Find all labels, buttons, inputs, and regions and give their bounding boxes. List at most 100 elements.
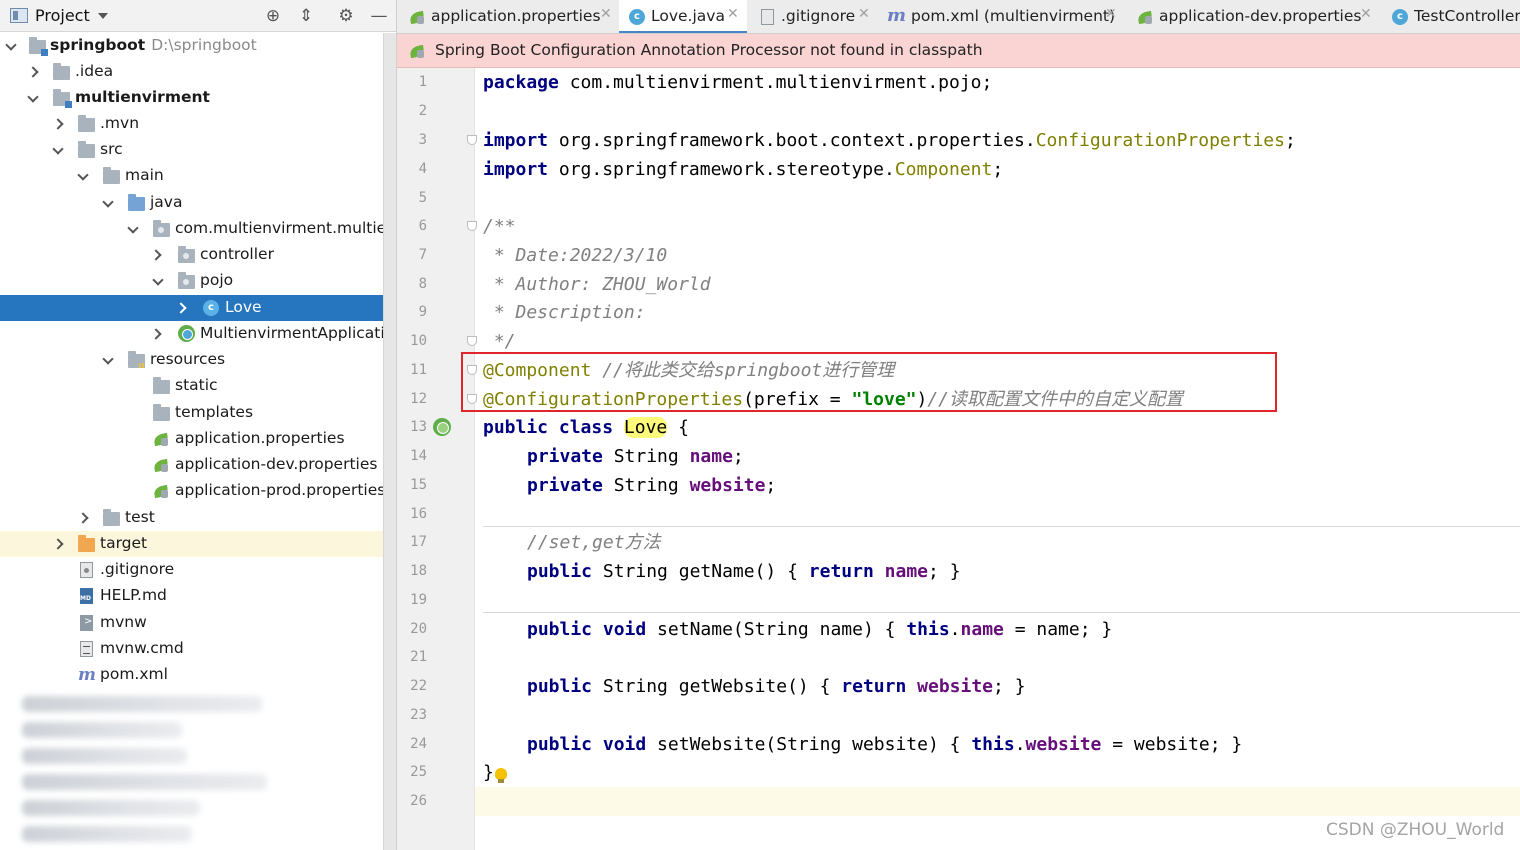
chevron-down-icon[interactable]	[52, 145, 64, 157]
tab-application-properties[interactable]: application.properties ✕	[397, 0, 619, 33]
chevron-right-icon[interactable]	[52, 118, 64, 130]
tree-item-main[interactable]: main	[0, 163, 396, 189]
line-number[interactable]: 2	[397, 103, 427, 119]
line-number[interactable]: 8	[397, 276, 427, 292]
tab-testcontroller[interactable]: c TestController.	[1380, 0, 1520, 33]
chevron-down-icon[interactable]	[127, 224, 139, 236]
tree-item-application-properties[interactable]: application.properties	[0, 426, 396, 452]
line-number[interactable]: 26	[397, 793, 427, 809]
line-number[interactable]: 16	[397, 506, 427, 522]
collapse-all-icon[interactable]: ⇕	[295, 5, 317, 27]
chevron-right-icon[interactable]	[175, 302, 187, 314]
chevron-down-icon[interactable]	[5, 41, 17, 53]
tree-item-application-prod-properties[interactable]: application-prod.properties	[0, 478, 396, 504]
tree-item-help-md[interactable]: HELP.md	[0, 583, 396, 609]
tree-item-mvn[interactable]: .mvn	[0, 111, 396, 137]
gear-icon[interactable]: ⚙	[335, 5, 357, 27]
chevron-down-icon[interactable]	[27, 93, 39, 105]
close-icon[interactable]: ✕	[858, 6, 870, 22]
line-number[interactable]: 10	[397, 333, 427, 349]
tab-application-dev-properties[interactable]: application-dev.properties ✕	[1125, 0, 1380, 33]
line-number[interactable]: 9	[397, 304, 427, 320]
close-icon[interactable]: ✕	[600, 6, 612, 22]
line-number-gutter[interactable]: 1 2 3 4 5 6 7 8 9 10 11 12 13 14 15 16 17 18 19 20 21 22 23 24 2…	[397, 68, 477, 850]
tree-item-src[interactable]: src	[0, 137, 396, 163]
tree-item-label: application-dev.properties	[175, 455, 378, 473]
tree-item-pom-xml[interactable]: m pom.xml	[0, 662, 396, 688]
chevron-down-icon[interactable]	[102, 355, 114, 367]
spring-bean-gutter-icon[interactable]	[433, 418, 451, 436]
line-number[interactable]: 12	[397, 391, 427, 407]
tree-item-mvnw-cmd[interactable]: mvnw.cmd	[0, 636, 396, 662]
project-panel: Project ⊕ ⇕ ⚙ — springboot D:\springboot …	[0, 0, 396, 850]
line-number[interactable]: 14	[397, 448, 427, 464]
chevron-right-icon[interactable]	[150, 328, 162, 340]
code-area[interactable]: package com.multienvirment.multienvirmen…	[483, 68, 1520, 850]
line-number[interactable]: 25	[397, 764, 427, 780]
project-view-icon	[10, 8, 28, 23]
chevron-down-icon[interactable]	[98, 13, 108, 19]
tree-item-java[interactable]: java	[0, 190, 396, 216]
chevron-down-icon[interactable]	[77, 171, 89, 183]
project-view-selector[interactable]: Project	[35, 6, 90, 25]
code-line-4: import org.springframework.stereotype.Co…	[483, 159, 1004, 180]
tree-item-test[interactable]: test	[0, 505, 396, 531]
line-number[interactable]: 24	[397, 736, 427, 752]
line-number[interactable]: 19	[397, 592, 427, 608]
close-icon[interactable]: ✕	[1360, 6, 1372, 22]
fold-marker-icon[interactable]	[467, 336, 477, 346]
fold-marker-icon[interactable]	[467, 135, 477, 145]
code-line-24: public void setWebsite(String website) {…	[527, 734, 1243, 755]
chevron-right-icon[interactable]	[52, 538, 64, 550]
tree-item-static[interactable]: static	[0, 373, 396, 399]
close-icon[interactable]: ✕	[727, 6, 739, 22]
lightbulb-icon[interactable]	[495, 768, 507, 783]
tree-item-gitignore[interactable]: .gitignore	[0, 557, 396, 583]
tree-item-target[interactable]: target	[0, 531, 396, 557]
hide-panel-icon[interactable]: —	[368, 5, 390, 27]
line-number[interactable]: 23	[397, 707, 427, 723]
line-number[interactable]: 17	[397, 534, 427, 550]
tree-item-multienvirment-application[interactable]: MultienvirmentApplication	[0, 321, 396, 347]
tree-item-multienvirment[interactable]: multienvirment	[0, 85, 396, 111]
line-number[interactable]: 22	[397, 678, 427, 694]
line-number[interactable]: 13	[397, 419, 427, 435]
close-icon[interactable]: ✕	[1105, 6, 1117, 22]
tree-item-label: templates	[175, 403, 254, 421]
tree-item-templates[interactable]: templates	[0, 400, 396, 426]
line-number[interactable]: 3	[397, 132, 427, 148]
tab-gitignore[interactable]: .gitignore ✕	[747, 0, 875, 33]
tree-item-mvnw[interactable]: mvnw	[0, 610, 396, 636]
tree-item-package[interactable]: com.multienvirment.multienvi	[0, 216, 396, 242]
tab-label: pom.xml (multienvirment)	[911, 7, 1116, 25]
line-number[interactable]: 6	[397, 218, 427, 234]
chevron-right-icon[interactable]	[150, 249, 162, 261]
tree-item-label: springboot	[50, 36, 146, 54]
line-number[interactable]: 5	[397, 190, 427, 206]
locate-icon[interactable]: ⊕	[262, 5, 284, 27]
chevron-right-icon[interactable]	[27, 66, 39, 78]
line-number[interactable]: 18	[397, 563, 427, 579]
tab-love-java[interactable]: c Love.java ✕	[619, 0, 747, 33]
line-number[interactable]: 1	[397, 74, 427, 90]
line-number[interactable]: 11	[397, 362, 427, 378]
line-number[interactable]: 21	[397, 649, 427, 665]
tab-pom-xml[interactable]: m pom.xml (multienvirment) ✕	[875, 0, 1125, 33]
tree-item-idea[interactable]: .idea	[0, 59, 396, 85]
fold-marker-icon[interactable]	[467, 221, 477, 231]
tree-item-love[interactable]: c Love	[0, 295, 396, 321]
tree-item-resources[interactable]: resources	[0, 347, 396, 373]
tree-item-label: java	[150, 193, 183, 211]
tree-item-springboot[interactable]: springboot D:\springboot	[0, 33, 396, 59]
line-number[interactable]: 7	[397, 247, 427, 263]
chevron-down-icon[interactable]	[102, 198, 114, 210]
chevron-down-icon[interactable]	[152, 276, 164, 288]
tree-item-controller[interactable]: controller	[0, 242, 396, 268]
line-number[interactable]: 20	[397, 621, 427, 637]
line-number[interactable]: 4	[397, 161, 427, 177]
line-number[interactable]: 15	[397, 477, 427, 493]
tree-item-pojo[interactable]: pojo	[0, 268, 396, 294]
project-panel-scrollbar[interactable]	[383, 33, 396, 850]
tree-item-application-dev-properties[interactable]: application-dev.properties	[0, 452, 396, 478]
chevron-right-icon[interactable]	[77, 512, 89, 524]
